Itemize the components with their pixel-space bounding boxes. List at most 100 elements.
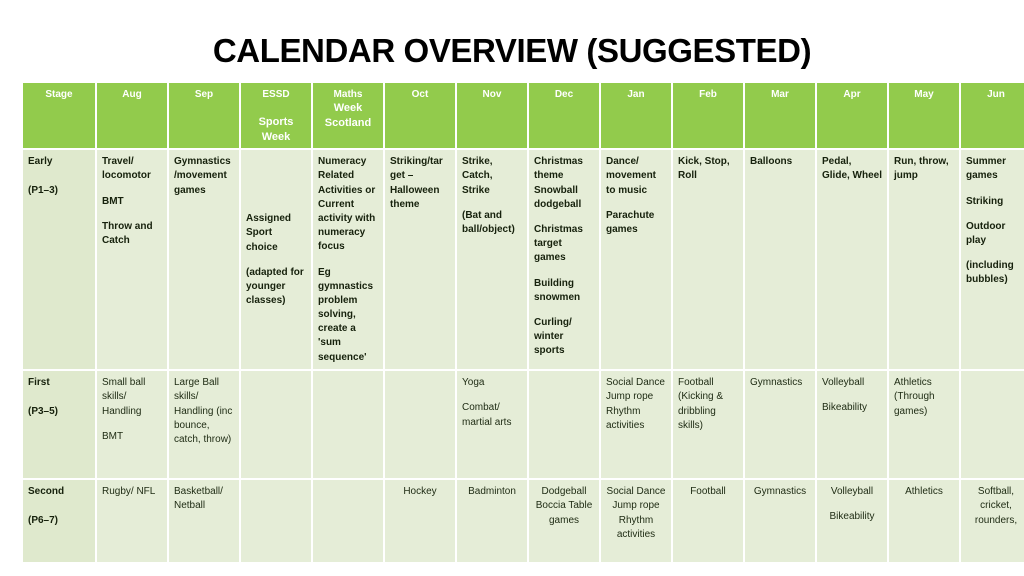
calendar-table-container: Stage Aug Sep ESSD Sports Week Maths Wee <box>21 81 1024 564</box>
cell-second-apr: Volleyball Bikeability <box>817 480 887 563</box>
cell-early-feb: Kick, Stop, Roll <box>673 150 743 370</box>
cell-second-aug: Rugby/ NFL <box>97 480 167 563</box>
cell-text-line: BMT <box>102 195 124 207</box>
column-header-stage-label: Stage <box>45 89 73 100</box>
stage-sublabel-first: (P3–5) <box>28 406 59 418</box>
cell-text-line: Kick, Stop, Roll <box>678 156 730 182</box>
column-header-mar-label: Mar <box>771 89 789 100</box>
cell-first-nov: Yoga Combat/ martial arts <box>457 371 527 479</box>
cell-early-dec: Christmas theme Snowball dodgeball Christ… <box>529 150 599 370</box>
stage-label-early: Early <box>28 156 53 168</box>
table-header-row: Stage Aug Sep ESSD Sports Week Maths Wee <box>23 83 1024 149</box>
slide-canvas: CALENDAR OVERVIEW (SUGGESTED) Stage Aug <box>0 0 1024 576</box>
column-header-feb: Feb <box>673 83 743 149</box>
column-header-essd-label: ESSD <box>262 89 290 100</box>
stage-cell-early: Early (P1–3) <box>23 150 95 370</box>
cell-text-line: Volleyball <box>830 486 874 498</box>
stage-sublabel-second: (P6–7) <box>28 515 59 527</box>
cell-text-line: BMT <box>102 430 124 442</box>
cell-text-line: Parachute games <box>606 209 655 235</box>
cell-first-essd <box>241 371 311 479</box>
cell-early-oct: Striking/tar get – Halloween theme <box>385 150 455 370</box>
cell-text-line: (including bubbles) <box>966 260 1014 286</box>
cell-early-jun: Summer games Striking Outdoor play (includi… <box>961 150 1024 370</box>
table-row-early: Early (P1–3) Travel/ locomotor BMT Throw a… <box>23 150 1024 370</box>
cell-text-line: Eg gymnastics problem solving, create a … <box>318 266 374 363</box>
column-header-oct: Oct <box>385 83 455 149</box>
cell-text-line: Bikeability <box>829 511 875 523</box>
cell-early-maths: Numeracy Related Activities or Current a… <box>313 150 383 370</box>
cell-first-jun <box>961 371 1024 479</box>
cell-text-line: Throw and Catch <box>102 220 153 246</box>
stage-label-second: Second <box>28 486 65 498</box>
cell-first-apr: Volleyball Bikeability <box>817 371 887 479</box>
cell-first-mar: Gymnastics <box>745 371 815 479</box>
cell-first-may: Athletics (Through games) <box>889 371 959 479</box>
stage-cell-first: First (P3–5) <box>23 371 95 479</box>
column-header-jan: Jan <box>601 83 671 149</box>
cell-second-jun: Softball, cricket, rounders, <box>961 480 1024 563</box>
cell-text-line: Summer games <box>966 156 1007 182</box>
cell-early-sep: Gymnastics /movement games <box>169 150 239 370</box>
cell-text-line: Yoga <box>462 377 485 389</box>
cell-text-line: Travel/ locomotor <box>102 156 151 182</box>
cell-text-line: Athletics <box>905 486 943 498</box>
cell-early-may: Run, throw, jump <box>889 150 959 370</box>
cell-second-essd <box>241 480 311 563</box>
cell-first-feb: Football (Kicking & dribbling skills) <box>673 371 743 479</box>
cell-text-line: Strike, Catch, Strike <box>462 156 493 196</box>
column-header-stage: Stage <box>23 83 95 149</box>
cell-first-sep: Large Ball skills/ Handling (inc bounce,… <box>169 371 239 479</box>
cell-text-line: Gymnastics <box>750 377 803 389</box>
cell-text-line: Dance/ movement to music <box>606 156 657 196</box>
cell-first-aug: Small ball skills/ Handling BMT <box>97 371 167 479</box>
cell-text-line: (adapted for younger classes) <box>246 266 304 307</box>
cell-text-line: Run, throw, jump <box>894 156 949 182</box>
column-header-oct-label: Oct <box>411 89 429 100</box>
column-header-aug-label: Aug <box>122 89 142 100</box>
cell-early-jan: Dance/ movement to music Parachute games <box>601 150 671 370</box>
column-header-sep: Sep <box>169 83 239 149</box>
cell-first-maths <box>313 371 383 479</box>
column-header-feb-label: Feb <box>699 89 717 100</box>
cell-text-line: Large Ball skills/ Handling (inc bounce,… <box>174 377 233 445</box>
cell-first-dec <box>529 371 599 479</box>
column-header-essd-sub: Sports Week <box>258 116 294 143</box>
cell-text-line: Outdoor play <box>966 220 1006 246</box>
cell-text-line: (Bat and ball/object) <box>462 209 515 235</box>
cell-text-line: Christmas theme Snowball dodgeball <box>534 156 583 210</box>
cell-text-line: Dodgeball Boccia Table games <box>535 486 593 526</box>
cell-early-essd: Assigned Sport choice (adapted for younge… <box>241 150 311 370</box>
stage-label-first: First <box>28 377 50 389</box>
cell-text-line: Badminton <box>468 486 516 498</box>
cell-second-sep: Basketball/ Netball <box>169 480 239 563</box>
cell-text-line: Football <box>690 486 726 498</box>
column-header-nov-label: Nov <box>482 89 502 100</box>
stage-cell-second: Second (P6–7) <box>23 480 95 563</box>
cell-text-line: Christmas target games <box>534 223 583 264</box>
cell-second-feb: Football <box>673 480 743 563</box>
column-header-apr-label: Apr <box>843 89 861 100</box>
column-header-apr: Apr <box>817 83 887 149</box>
column-header-nov: Nov <box>457 83 527 149</box>
column-header-aug: Aug <box>97 83 167 149</box>
cell-text-line: Social Dance Jump rope Rhythm activities <box>606 486 666 540</box>
cell-early-mar: Balloons <box>745 150 815 370</box>
cell-second-maths <box>313 480 383 563</box>
calendar-table: Stage Aug Sep ESSD Sports Week Maths Wee <box>21 81 1024 564</box>
cell-text-line: Social Dance Jump rope Rhythm activities <box>606 377 665 431</box>
cell-text-line: Football (Kicking & dribbling skills) <box>678 377 724 431</box>
column-header-may: May <box>889 83 959 149</box>
cell-text-line: Small ball skills/ Handling <box>102 377 146 417</box>
cell-text-line: Building snowmen <box>534 277 581 303</box>
cell-second-oct: Hockey <box>385 480 455 563</box>
column-header-maths: Maths Week Scotland <box>313 83 383 149</box>
cell-text-line: Curling/ winter sports <box>534 316 572 357</box>
cell-early-aug: Travel/ locomotor BMT Throw and Catch <box>97 150 167 370</box>
cell-text-line: Bikeability <box>822 402 868 414</box>
cell-text-line: Numeracy Related Activities or Current a… <box>318 156 376 253</box>
cell-text-line: Gymnastics <box>753 486 807 498</box>
stage-sublabel-early: (P1–3) <box>28 185 59 197</box>
column-header-dec-label: Dec <box>554 89 574 100</box>
cell-text-line: Assigned Sport choice <box>246 213 292 253</box>
